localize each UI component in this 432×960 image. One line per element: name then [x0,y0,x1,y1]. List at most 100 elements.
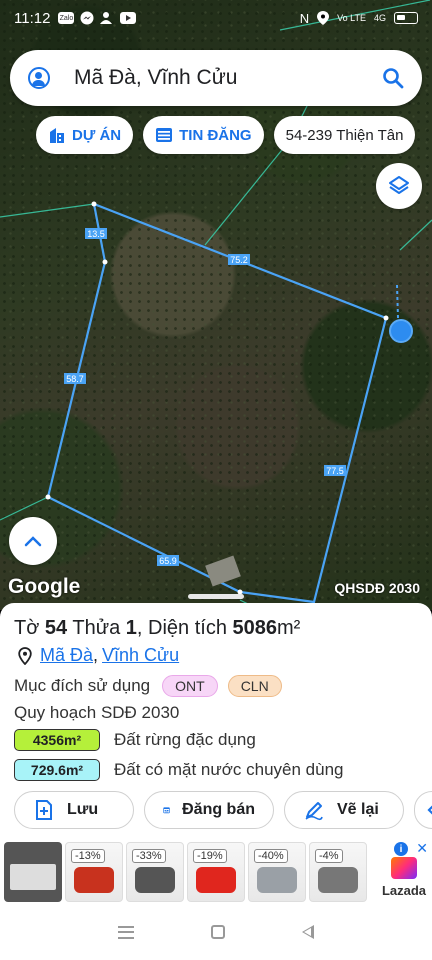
signal-icon: 4G [373,13,386,23]
parcel-boundary[interactable] [46,202,388,604]
save-button[interactable]: Lưu [14,791,134,829]
purpose-badge-cln[interactable]: CLN [227,675,282,697]
parcel-title: Tờ 54 Thửa 1, Diện tích 5086m² [14,617,300,640]
address-sep: , [93,645,99,665]
battery-icon [394,12,418,24]
chip-parcel-id[interactable]: 54-239 Thiện Tân [273,116,416,154]
volte-icon: Vo LTE [337,12,366,23]
commune-link[interactable]: Mã Đà [40,645,93,666]
google-logo: Google [8,575,81,598]
edge-label-13-5: 13.5 [87,229,105,239]
person-icon [100,12,113,24]
redraw-button[interactable]: Vẽ lại [284,791,404,829]
system-nav-bar [0,904,432,960]
parcel-info-sheet: Tờ 54 Thửa 1, Diện tích 5086m² Mã Đà, Vĩ… [0,594,432,840]
nfc-icon: N [299,10,310,26]
youtube-icon [120,12,137,24]
search-icon[interactable] [382,67,404,89]
ad-product-thumb[interactable]: -4% [309,842,367,902]
plan-label-2: Đất có mặt nước chuyên dùng [114,760,344,779]
purpose-label: Mục đích sử dụng [14,676,151,695]
plan-heading: Quy hoạch SDĐ 2030 [14,703,179,723]
layers-icon [389,176,409,194]
my-location-dot [389,319,413,343]
layer-name-label: QHSDĐ 2030 [334,580,420,596]
ad-product-thumb[interactable]: -40% [248,842,306,902]
parcel-address: Mã Đà, Vĩnh Cửu [18,645,179,666]
status-time: 11:12 [14,9,51,27]
post-label: Đăng bán [182,801,255,818]
add-doc-icon [36,800,52,820]
lazada-brand: Lazada [381,883,427,898]
area-unit: m² [277,617,301,639]
save-label: Lưu [67,801,99,818]
lazada-heart-icon [391,857,417,879]
parcel-dashed-edge [396,284,399,319]
expand-up-button[interactable] [9,517,57,565]
plan-area-2: 729.6m² [14,759,100,781]
post-button[interactable]: Đăng bán [144,791,274,829]
more-button[interactable] [414,791,432,829]
system-icons: N Vo LTE 4G [300,11,418,26]
vertex [91,201,97,207]
ad-product-thumb[interactable]: -19% [187,842,245,902]
plan-area-1: 4356m² [14,729,100,751]
product-image [196,867,236,893]
recent-apps-icon[interactable] [118,925,135,939]
building-roof [205,555,241,587]
zalo-icon: Zalo [58,12,75,24]
discount-badge: -33% [132,849,166,863]
ad-banner[interactable]: -13% -33% -19% -40% -4% i ✕ Lazada [0,840,432,904]
search-bar[interactable]: Mã Đà, Vĩnh Cửu [10,50,422,106]
pen-icon [305,802,323,821]
sheet-handle[interactable] [188,594,244,599]
discount-badge: -19% [193,849,227,863]
ad-close-icon[interactable]: ✕ [416,840,428,857]
chip-tin-dang-label: TIN ĐĂNG [179,126,252,144]
purpose-badge-ont[interactable]: ONT [162,675,218,697]
account-icon[interactable] [28,67,50,89]
area-label: , Diện tích [136,617,227,639]
redraw-label: Vẽ lại [337,801,379,818]
plan-label-1: Đất rừng đặc dụng [114,730,256,749]
thua-number: 1 [125,617,137,639]
chip-tin-dang[interactable]: TIN ĐĂNG [143,116,264,154]
building-icon [50,128,64,143]
search-query[interactable]: Mã Đà, Vĩnh Cửu [74,66,382,90]
ad-info-icon[interactable]: i [394,842,408,856]
messenger-icon [80,11,94,25]
screen: 13.5 75.2 58.7 77.5 65.9 11:12 Zalo N Vo… [0,0,432,960]
layers-button[interactable] [376,163,422,209]
notification-icons: Zalo [58,11,137,25]
product-image [74,867,114,893]
lazada-logo[interactable]: i ✕ Lazada [376,840,432,902]
to-label: Tờ [14,617,40,639]
vertex [45,494,51,500]
ad-product-thumb[interactable]: -13% [65,842,123,902]
back-icon[interactable] [301,925,314,939]
ad-product-thumb[interactable]: -33% [126,842,184,902]
vertex [102,259,108,265]
chevron-up-icon [24,536,42,547]
edge-label-58-7: 58.7 [66,374,84,384]
district-link[interactable]: Vĩnh Cửu [102,645,179,666]
purpose-row: Mục đích sử dụng ONT CLN [14,675,282,697]
home-icon[interactable] [210,925,225,939]
ad-product-thumb[interactable] [4,842,62,902]
edge-label-65-9: 65.9 [159,556,177,566]
vertex [383,315,389,321]
status-bar: 11:12 Zalo N Vo LTE 4G [0,0,432,36]
calendar-icon [163,807,170,814]
location-pin-icon [18,646,32,665]
chip-du-an[interactable]: DỰ ÁN [36,116,134,154]
location-icon [317,11,330,25]
edge-label-75-2: 75.2 [230,255,248,265]
discount-badge: -40% [254,849,288,863]
edge-label-77-5: 77.5 [326,466,344,476]
product-image [318,867,358,893]
parcel-vertices [45,201,389,595]
filter-chips: DỰ ÁN TIN ĐĂNG 54-239 Thiện Tân [36,116,416,154]
edge-labels: 13.5 75.2 58.7 77.5 65.9 [64,228,346,566]
chevron-left-icon [427,805,432,815]
plan-row-2: 729.6m² Đất có mặt nước chuyên dùng [14,759,343,781]
